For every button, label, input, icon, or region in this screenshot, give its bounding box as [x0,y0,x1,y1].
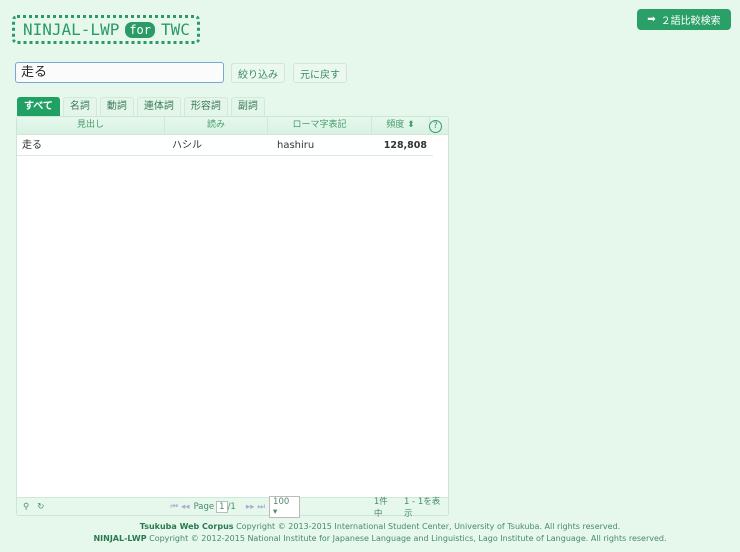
search-icon[interactable]: ⚲ [23,502,29,512]
footer-line-1: Tsukuba Web Corpus Copyright © 2013-2015… [0,522,740,531]
reset-button[interactable]: 元に戻す [293,63,347,83]
arrow-right-icon: ➡ [647,14,656,25]
cell-headword: 走る [22,140,42,151]
col-headword[interactable]: 見出し [17,117,165,134]
tab-all[interactable]: すべて [17,97,60,116]
tab-adverb[interactable]: 副詞 [230,97,265,116]
footer-brand-twc: Tsukuba Web Corpus [139,522,234,531]
footer-text-2: Copyright © 2012-2015 National Institute… [146,534,667,543]
last-page-icon[interactable]: ⏭ [257,502,265,512]
col-frequency[interactable]: 頻度 ⬍ [372,117,430,134]
tab-adjective[interactable]: 形容詞 [183,97,228,116]
page-total: /1 [227,501,236,512]
help-icon[interactable]: ? [429,120,442,133]
results-grid: 見出し 読み ローマ字表記 頻度 ⬍ ? 走る ハシル hashiru 128,… [16,116,449,519]
prev-page-icon[interactable]: ◂◂ [181,502,190,512]
compare-search-button[interactable]: ➡ ２語比較検索 [637,9,731,30]
logo-suffix: TWC [161,20,190,39]
cell-frequency: 128,808 [383,140,427,151]
footer-text-1: Copyright © 2013-2015 International Stud… [233,522,621,531]
compare-label: ２語比較検索 [660,16,721,27]
record-range: 1 - 1を表示 [403,496,441,519]
footer-brand-lwp: NINJAL-LWP [93,534,147,543]
col-romaji[interactable]: ローマ字表記 [268,117,372,134]
logo[interactable]: NINJAL-LWP for TWC [12,15,200,44]
page-label: Page [193,501,215,512]
cell-romaji: hashiru [277,140,315,151]
search-input[interactable]: 走る [15,62,224,83]
col-reading[interactable]: 読み [165,117,268,134]
tab-verb[interactable]: 動詞 [99,97,134,116]
page-size-select[interactable]: 100 ▾ [269,495,300,518]
sort-icon: ⬍ [407,120,415,130]
cell-reading: ハシル [172,140,202,151]
footer-line-2: NINJAL-LWP Copyright © 2012-2015 Nationa… [0,534,740,543]
first-page-icon[interactable]: ⏮ [170,502,178,512]
record-count: 1件中 [373,496,388,519]
filter-button[interactable]: 絞り込み [231,63,285,83]
table-row[interactable]: 走る ハシル hashiru 128,808 [17,136,433,156]
logo-main: NINJAL-LWP [23,20,120,39]
pager: ⚲ ↻ ⏮ ◂◂ Page 1 /1 ▸▸ ⏭ 100 ▾ 1件中 1 - 1を… [17,495,448,519]
page-input[interactable]: 1 [216,500,228,513]
refresh-icon[interactable]: ↻ [37,502,44,512]
tab-noun[interactable]: 名詞 [62,97,97,116]
pos-tabs: すべて 名詞 動詞 連体詞 形容詞 副詞 [17,97,265,116]
logo-for: for [125,21,156,38]
tab-adnominal[interactable]: 連体詞 [136,97,181,116]
col-frequency-label: 頻度 [386,120,405,130]
next-page-icon[interactable]: ▸▸ [246,502,255,512]
grid-header: 見出し 読み ローマ字表記 頻度 ⬍ ? [17,117,448,135]
